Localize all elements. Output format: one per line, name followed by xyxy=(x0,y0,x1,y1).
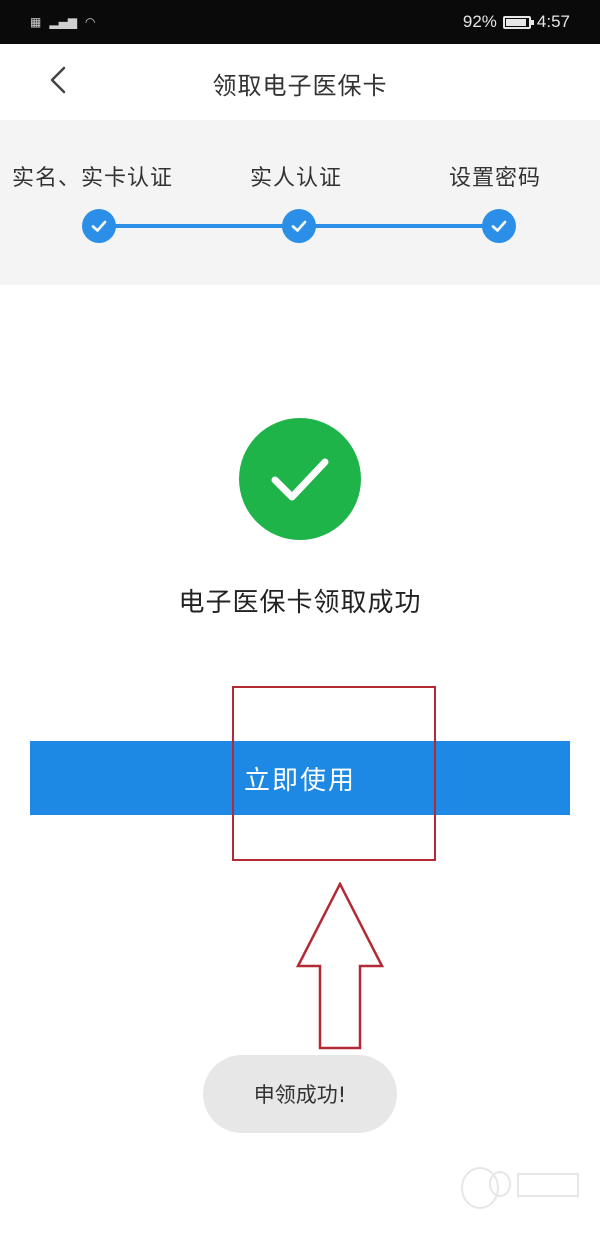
progress-steps: 实名、实卡认证 实人认证 设置密码 xyxy=(0,120,600,285)
step-label-2: 实人认证 xyxy=(250,166,343,191)
step-check-icon-2 xyxy=(282,209,316,243)
success-message: 电子医保卡领取成功 xyxy=(178,588,422,618)
sim-icon: ▦ xyxy=(30,15,42,29)
step-label-3: 设置密码 xyxy=(449,166,542,191)
signal-icon: ▂▄▆ xyxy=(49,15,78,29)
toast: 申领成功! xyxy=(203,1055,397,1133)
status-icons: ▦ ▂▄▆ ◠ xyxy=(30,8,96,36)
battery-percent: 92% xyxy=(462,12,497,31)
status-right: 92% 4:57 xyxy=(463,8,570,36)
wifi-icon: ◠ xyxy=(85,15,96,29)
toast-message: 申领成功! xyxy=(253,1083,347,1107)
annotation-highlight-box xyxy=(232,686,436,861)
step-connector-1 xyxy=(98,224,298,228)
nav-bar: 领取电子医保卡 xyxy=(0,44,600,120)
check-circle-icon xyxy=(239,418,361,540)
status-bar: ▦ ▂▄▆ ◠ 92% 4:57 xyxy=(0,0,600,44)
step-label-1: 实名、实卡认证 xyxy=(12,166,174,191)
step-check-icon-1 xyxy=(82,209,116,243)
page-title: 领取电子医保卡 xyxy=(212,72,388,100)
battery-icon xyxy=(502,15,534,29)
clock: 4:57 xyxy=(536,12,570,31)
watermark-logo-icon xyxy=(461,1167,579,1209)
step-check-icon-3 xyxy=(482,209,516,243)
step-connector-2 xyxy=(298,224,498,228)
annotation-arrow-up-icon xyxy=(296,882,384,1050)
